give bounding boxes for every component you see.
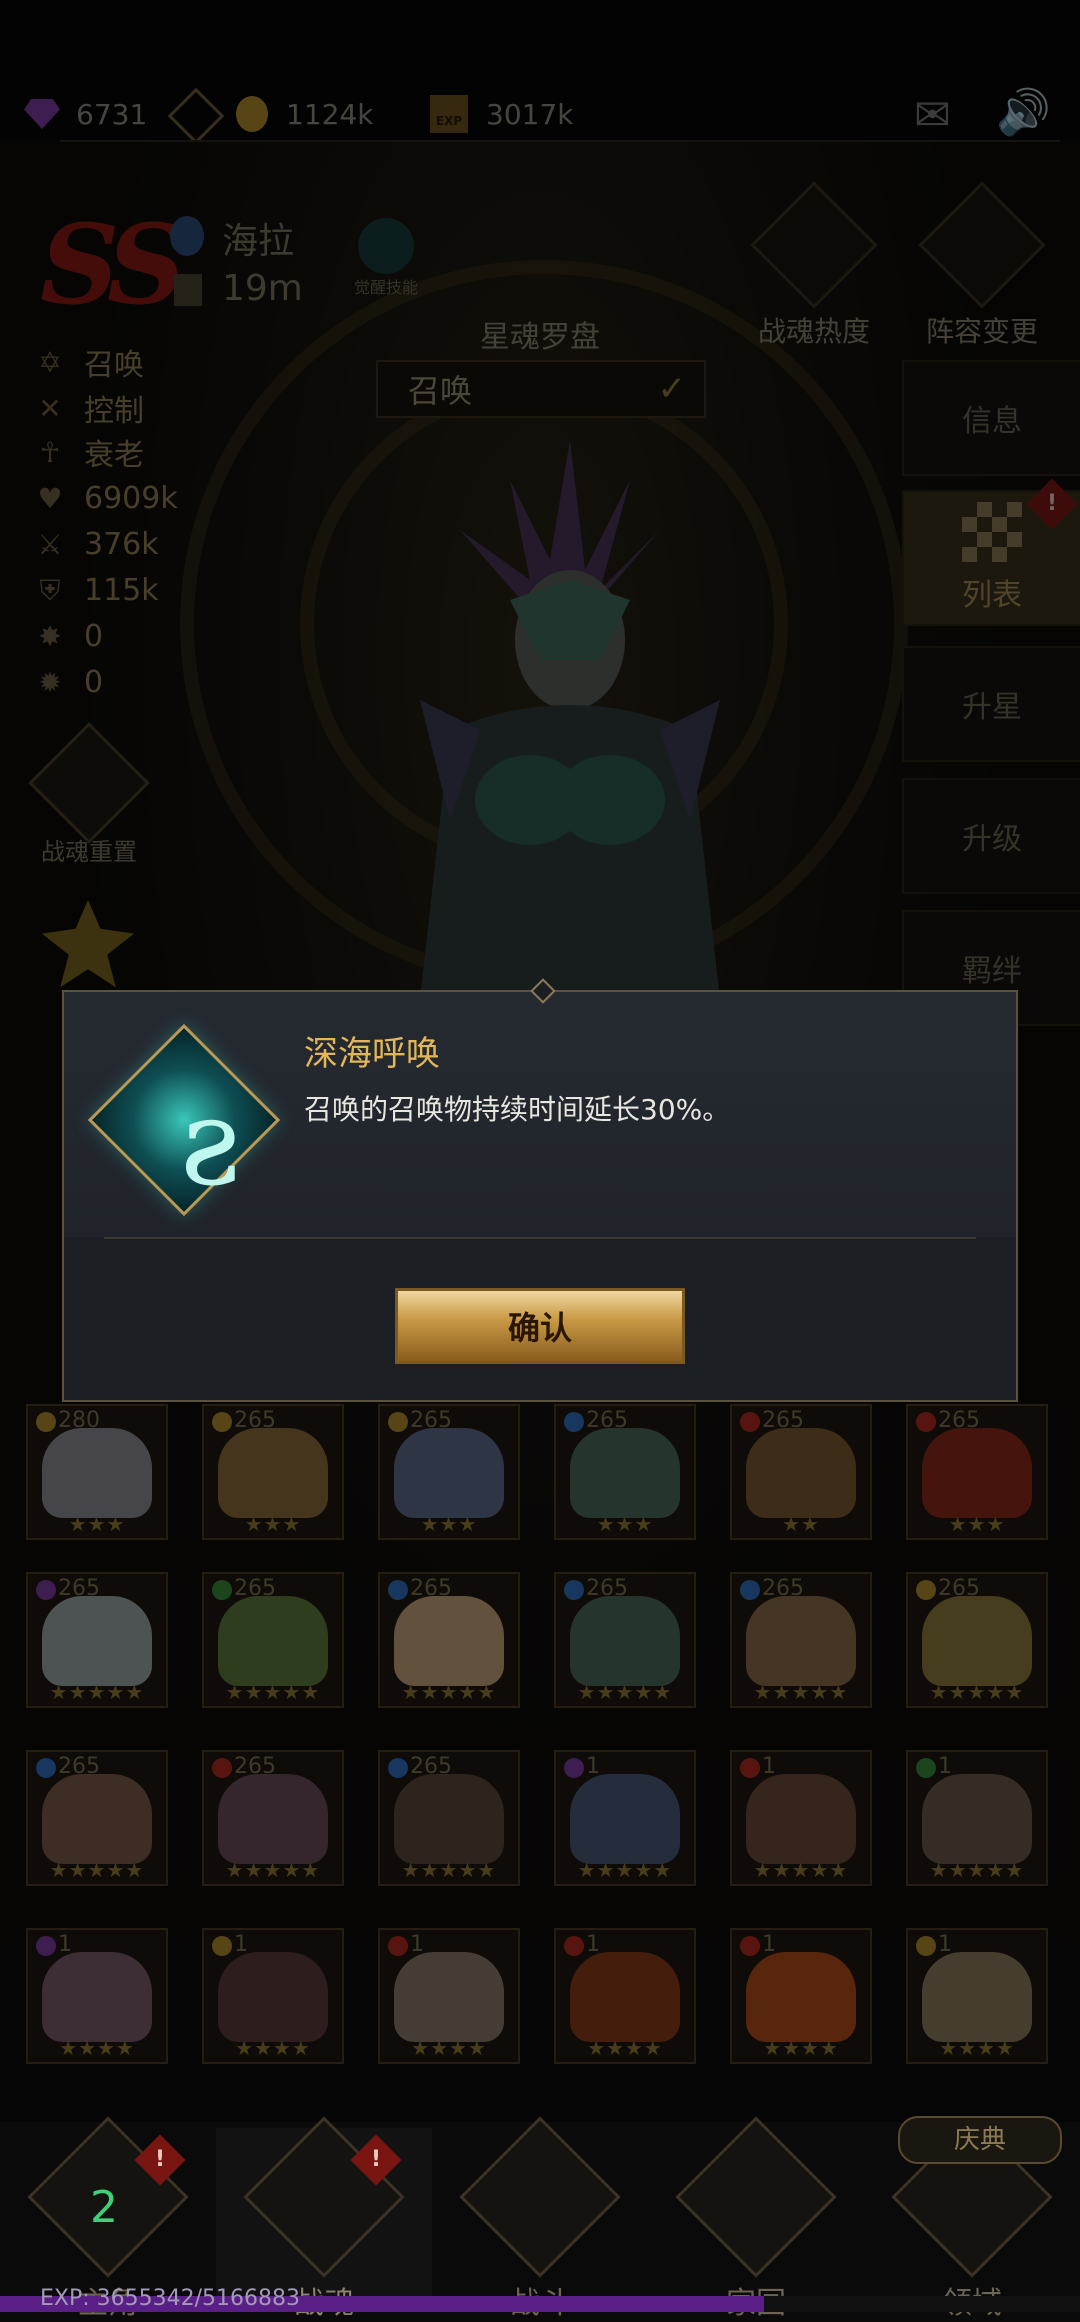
nav-home[interactable]: 家园 [648, 2116, 864, 2321]
nav-soul[interactable]: 战魂 [216, 2116, 432, 2321]
wave-skill-icon: ƨ [179, 1074, 241, 1213]
alert-badge: ! [350, 2134, 402, 2186]
dialog-divider [104, 1237, 976, 1239]
skill-title: 深海呼唤 [304, 1034, 440, 1074]
exp-text: EXP: 3655342/5166883 [40, 2286, 301, 2311]
player-level: 2 [90, 2182, 118, 2233]
alert-badge: ! [134, 2134, 186, 2186]
skill-dialog: ƨ 深海呼唤 召唤的召唤物持续时间延长30%。 确认 [62, 978, 1018, 1402]
confirm-button[interactable]: 确认 [395, 1288, 685, 1364]
festival-button[interactable]: 庆典 [898, 2116, 1062, 2164]
nav-hero[interactable]: 2 主角 [0, 2116, 216, 2321]
nav-battle[interactable]: 战斗 [432, 2116, 648, 2321]
confirm-label: 确认 [507, 1309, 572, 1347]
tree-nav-icon [675, 2116, 837, 2278]
skill-description: 召唤的召唤物持续时间延长30%。 [304, 1093, 731, 1126]
swords-nav-icon [459, 2116, 621, 2278]
